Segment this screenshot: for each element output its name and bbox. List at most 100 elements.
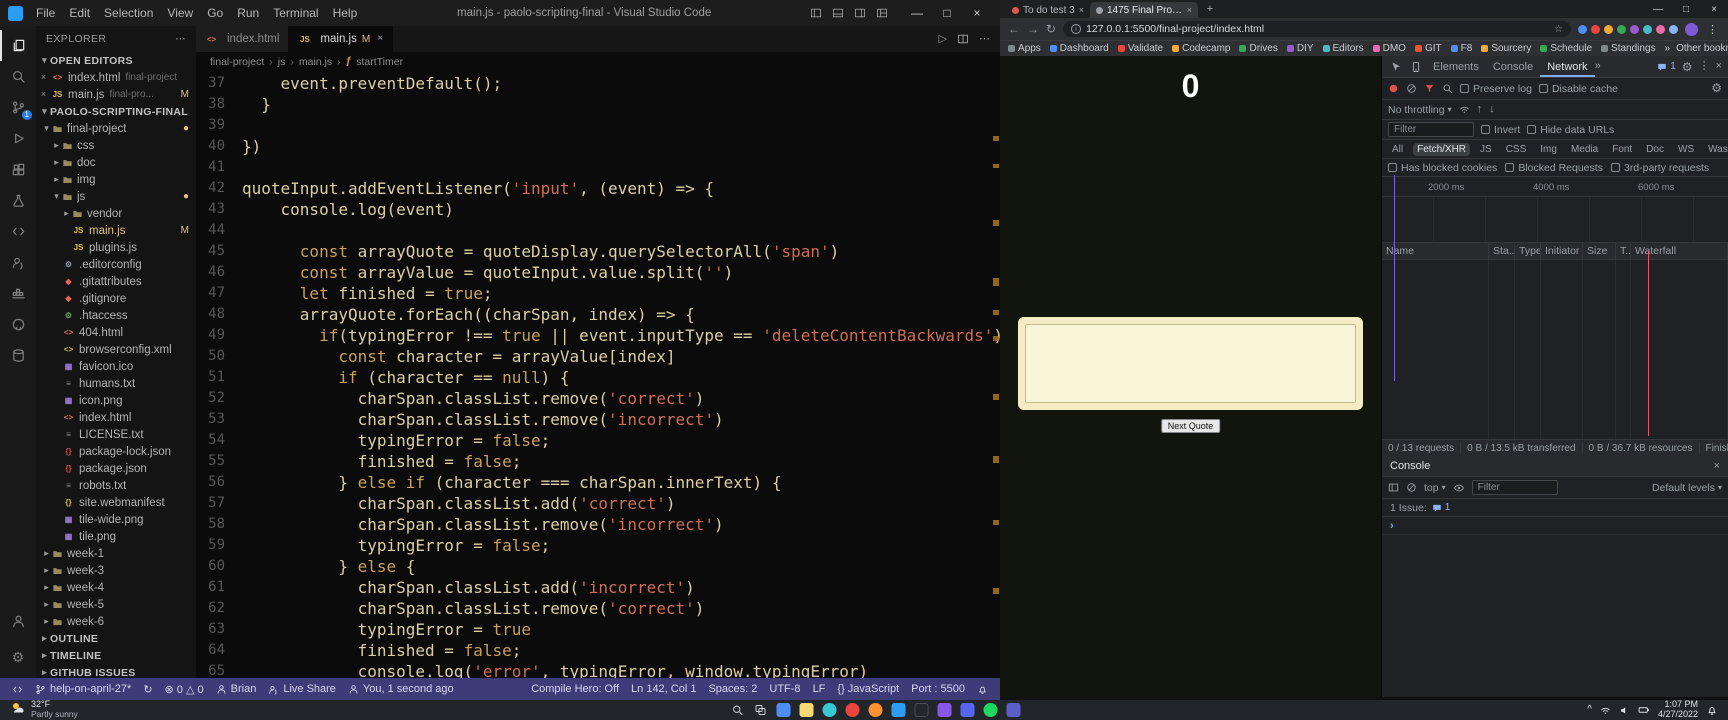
filter-has-blocked-cookies[interactable]: Has blocked cookies [1388,162,1497,174]
minimize-button[interactable]: — [902,6,932,20]
site-info-icon[interactable]: i [1071,24,1082,34]
status-compile-hero[interactable]: Compile Hero: Off [525,683,625,695]
tree-item-robots-txt[interactable]: ≡ robots.txt [36,477,196,494]
forward-button[interactable]: → [1027,22,1039,36]
tree-item-htaccess[interactable]: ⚙ .htaccess [36,307,196,324]
type-filter-img[interactable]: Img [1536,143,1561,156]
maximize-button[interactable]: □ [932,6,962,20]
tree-item-plugins-js[interactable]: JS plugins.js [36,239,196,256]
devtools-tab-network[interactable]: Network [1540,56,1594,77]
status-gitlens-blame[interactable]: You, 1 second ago [342,683,460,696]
status-live-share-user[interactable]: Brian [210,683,263,696]
tree-item-icon-png[interactable]: ▦ icon.png [36,392,196,409]
activity-testing-icon[interactable] [0,185,36,216]
tree-item-week-6[interactable]: ▸ week-6 [36,613,196,630]
console-prompt[interactable]: › [1382,517,1728,535]
status-language-mode[interactable]: {} JavaScript [831,683,905,695]
type-filter-media[interactable]: Media [1567,143,1602,156]
console-tab[interactable]: Console [1390,460,1430,472]
tree-item-gitattributes[interactable]: ◆ .gitattributes [36,273,196,290]
breadcrumb-item-starttimer[interactable]: startTimer [356,56,403,68]
column-header-name[interactable]: Name [1382,243,1489,259]
status-indentation[interactable]: Spaces: 2 [702,683,763,695]
filter-3rd-party-requests[interactable]: 3rd-party requests [1610,162,1709,174]
menu-go[interactable]: Go [200,6,230,20]
bookmark-dashboard[interactable]: Dashboard [1049,43,1109,54]
column-header-sta[interactable]: Sta... [1489,243,1515,259]
bookmark-diy[interactable]: DIY [1286,43,1314,54]
issue-badge[interactable]: 1 [1432,502,1450,513]
column-header-size[interactable]: Size [1583,243,1616,259]
bookmark-standings[interactable]: Standings [1601,43,1656,54]
tree-item-humans-txt[interactable]: ≡ humans.txt [36,375,196,392]
tree-item-main-js[interactable]: JS main.js M [36,222,196,239]
bookmark-dmo[interactable]: DMO [1372,43,1406,54]
column-header-initiator[interactable]: Initiator [1541,243,1583,259]
tree-item-editorconfig[interactable]: ⚙ .editorconfig [36,256,196,273]
status-notifications[interactable] [971,683,994,695]
other-bookmarks-button[interactable]: Other bookmarks [1676,43,1728,54]
quote-input-box[interactable] [1018,317,1363,410]
tree-item-vendor[interactable]: ▸ vendor [36,205,196,222]
activity-accounts-icon[interactable] [0,606,36,637]
status-encoding[interactable]: UTF-8 [763,683,806,695]
bookmarks-overflow-icon[interactable]: » [1665,43,1671,54]
browser-menu-icon[interactable]: ⋮ [1705,23,1720,36]
browser-tab-1475-final-project[interactable]: 1475 Final Project × [1089,2,1198,18]
menu-help[interactable]: Help [326,6,365,20]
browser-tab-to-do-test-3[interactable]: To do test 3 × [1006,2,1090,18]
menu-view[interactable]: View [160,6,200,20]
tree-item-license-txt[interactable]: ≡ LICENSE.txt [36,426,196,443]
bookmark-git[interactable]: GIT [1414,43,1442,54]
tree-item-tile-png[interactable]: ▦ tile.png [36,528,196,545]
clock[interactable]: 1:07 PM 4/27/2022 [1658,699,1698,720]
disable-cache-checkbox[interactable]: Disable cache [1538,83,1618,95]
sidebar-section-timeline[interactable]: ▸ TIMELINE [36,647,196,664]
workspace-header[interactable]: ▾ PAOLO-SCRIPTING-FINAL [36,103,196,120]
activity-github-icon[interactable] [0,309,36,340]
minimize-button[interactable]: — [1644,4,1672,15]
bookmark-codecamp[interactable]: Codecamp [1172,43,1230,54]
tree-item-css[interactable]: ▸ css [36,137,196,154]
tree-item-week-5[interactable]: ▸ week-5 [36,596,196,613]
explorer-actions-icon[interactable]: ⋯ [175,33,186,45]
taskbar-edge-icon[interactable] [822,703,837,717]
column-header-type[interactable]: Type [1515,243,1541,259]
column-header-waterfall[interactable]: Waterfall [1631,243,1728,259]
tree-item-site-webmanifest[interactable]: {} site.webmanifest [36,494,196,511]
extension-icon-1[interactable] [1578,24,1587,34]
activity-docker-icon[interactable] [0,278,36,309]
quote-input-inner[interactable] [1025,324,1356,403]
menu-terminal[interactable]: Terminal [266,6,325,20]
bookmark-drives[interactable]: Drives [1239,43,1278,54]
taskbar-file-explorer-icon[interactable] [799,703,814,717]
back-button[interactable]: ← [1008,22,1020,36]
new-tab-button[interactable]: + [1202,3,1218,15]
editor-tab-main-js[interactable]: JS main.js M × [289,26,394,52]
type-filter-doc[interactable]: Doc [1642,143,1668,156]
activity-search-icon[interactable] [0,61,36,92]
hide-data-urls-checkbox[interactable]: Hide data URLs [1527,124,1614,136]
extension-icon-5[interactable] [1630,24,1639,34]
type-filter-ws[interactable]: WS [1674,143,1698,156]
breadcrumb-item-final-project[interactable]: final-project [210,56,264,68]
type-filter-font[interactable]: Font [1608,143,1636,156]
devtools-tab-elements[interactable]: Elements [1426,56,1486,77]
close-button[interactable]: × [962,6,992,20]
taskbar-search-icon[interactable] [731,703,745,717]
status-cursor-position[interactable]: Ln 142, Col 1 [625,683,702,695]
tree-item-favicon-ico[interactable]: ▦ favicon.ico [36,358,196,375]
console-issue-banner[interactable]: 1 Issue: 1 [1382,499,1728,517]
taskbar-github-desktop-icon[interactable] [937,703,952,717]
bookmark-sourcery[interactable]: Sourcery [1481,43,1531,54]
taskbar-start-icon[interactable] [708,703,722,717]
tree-item-week-3[interactable]: ▸ week-3 [36,562,196,579]
taskbar-chrome-icon[interactable] [845,703,860,717]
activity-settings-icon[interactable]: ⚙ [0,641,36,672]
status-remote[interactable] [6,683,29,696]
bookmark-apps[interactable]: Apps [1008,43,1041,54]
taskbar-task-view-icon[interactable] [754,703,768,717]
reload-button[interactable]: ↻ [1046,22,1056,36]
status-eol[interactable]: LF [807,683,832,695]
taskbar-terminal-icon[interactable] [914,703,929,717]
